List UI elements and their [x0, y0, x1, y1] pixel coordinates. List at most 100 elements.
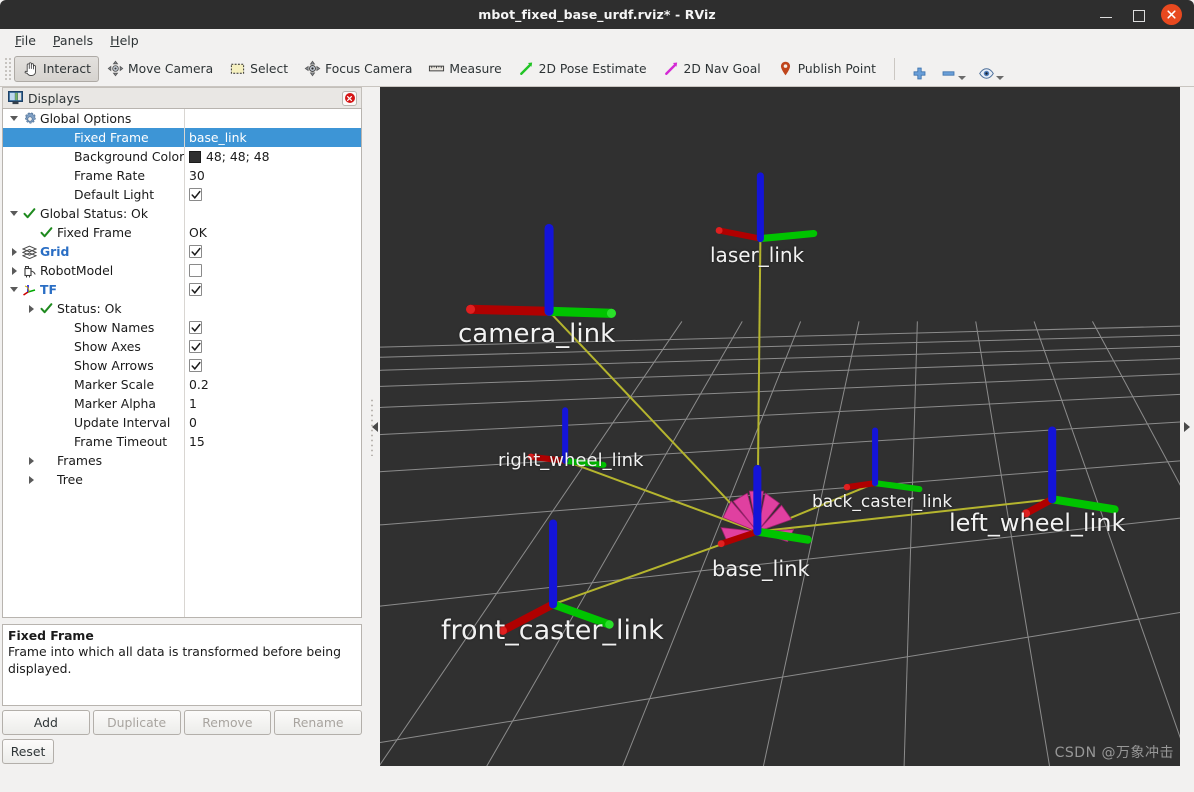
menu-help[interactable]: Help — [103, 31, 146, 50]
tree-row-value-cell[interactable] — [184, 283, 361, 296]
expand-right-icon[interactable] — [1184, 421, 1190, 432]
expand-twisty-icon[interactable] — [7, 266, 21, 275]
tool-publish-point[interactable]: Publish Point — [769, 56, 884, 82]
tree-row-value-cell[interactable] — [184, 245, 361, 258]
tool-2d-pose-estimate-label: 2D Pose Estimate — [538, 61, 647, 76]
tree-row-value-cell[interactable]: 0 — [184, 415, 361, 430]
expand-twisty-icon[interactable] — [24, 456, 38, 465]
scene-svg — [380, 87, 1180, 766]
tree-row-tf[interactable]: TF — [3, 280, 361, 299]
tree-row-label: Show Names — [74, 320, 155, 335]
tree-row-value-cell[interactable] — [184, 264, 361, 277]
tree-row-label: Global Status: Ok — [40, 206, 148, 221]
tool-focus-camera[interactable]: Focus Camera — [296, 56, 420, 82]
tree-row-global-options[interactable]: Global Options — [3, 109, 361, 128]
tree-row-value-cell[interactable] — [184, 340, 361, 353]
tool-interact[interactable]: Interact — [14, 55, 99, 82]
tree-row-marker-scale[interactable]: Marker Scale 0.2 — [3, 375, 361, 394]
tree-column-splitter[interactable] — [184, 109, 185, 617]
maximize-button[interactable] — [1129, 6, 1147, 24]
eye-icon — [979, 67, 994, 79]
tree-row-value-cell[interactable] — [184, 359, 361, 372]
tree-row-update-interval[interactable]: Update Interval 0 — [3, 413, 361, 432]
tree-row-value-cell[interactable]: OK — [184, 225, 361, 240]
close-displays-panel-button[interactable] — [342, 90, 357, 106]
tree-row-robotmodel[interactable]: RobotModel — [3, 261, 361, 280]
tool-select[interactable]: Select — [221, 56, 296, 82]
add-display-button[interactable]: Add — [2, 710, 90, 735]
tool-visibility-button[interactable] — [972, 56, 1010, 82]
right-splitter[interactable] — [1180, 87, 1194, 766]
tree-row-fixed-frame[interactable]: Fixed Frame base_link — [3, 128, 361, 147]
map-pin-icon — [780, 61, 790, 76]
remove-tool-button[interactable] — [934, 56, 972, 82]
tool-measure[interactable]: Measure — [420, 56, 509, 82]
tree-row-value-cell[interactable] — [184, 321, 361, 334]
tool-measure-label: Measure — [449, 61, 502, 76]
chevron-down-icon[interactable] — [957, 75, 966, 80]
checkbox-checked[interactable] — [189, 340, 202, 353]
chevron-down-icon[interactable] — [995, 75, 1004, 80]
select-rect-icon — [231, 63, 245, 74]
tree-row-value: 0.2 — [189, 377, 209, 392]
magenta-arrow-icon — [664, 62, 677, 75]
tree-row-name-cell: Fixed Frame — [3, 225, 184, 240]
tree-row-frames[interactable]: Frames — [3, 451, 361, 470]
title-bar: mbot_fixed_base_urdf.rviz* - RViz — [0, 0, 1194, 29]
tree-row-value-cell[interactable]: 0.2 — [184, 377, 361, 392]
checkbox-checked[interactable] — [189, 283, 202, 296]
collapse-twisty-icon[interactable] — [7, 287, 21, 292]
tree-row-frame-rate[interactable]: Frame Rate 30 — [3, 166, 361, 185]
tree-row-value-cell[interactable]: 30 — [184, 168, 361, 183]
window-title: mbot_fixed_base_urdf.rviz* - RViz — [478, 7, 716, 22]
tree-row-background-color[interactable]: Background Color 48; 48; 48 — [3, 147, 361, 166]
tree-row-frame-timeout[interactable]: Frame Timeout 15 — [3, 432, 361, 451]
collapse-left-icon[interactable] — [372, 421, 378, 432]
tree-row-value: 15 — [189, 434, 205, 449]
displays-panel-title: Displays — [28, 90, 81, 106]
expand-twisty-icon[interactable] — [24, 475, 38, 484]
tree-row-grid[interactable]: Grid — [3, 242, 361, 261]
tree-row-name-cell: Update Interval — [3, 415, 184, 430]
tree-row-value-cell[interactable]: base_link — [184, 130, 361, 145]
tree-row-default-light[interactable]: Default Light — [3, 185, 361, 204]
render-viewport-3d[interactable]: laser_link camera_link right_wheel_link bac… — [380, 87, 1180, 766]
displays-tree[interactable]: Global Options Fixed Frame base_link Backgr… — [2, 108, 362, 618]
add-tool-button[interactable] — [905, 56, 934, 82]
checkbox-unchecked[interactable] — [189, 264, 202, 277]
tool-2d-nav-goal-label: 2D Nav Goal — [683, 61, 761, 76]
tool-2d-nav-goal[interactable]: 2D Nav Goal — [655, 56, 769, 82]
reset-button[interactable]: Reset — [2, 739, 54, 764]
tree-row-value-cell[interactable]: 48; 48; 48 — [184, 149, 361, 164]
tree-row-value-cell[interactable] — [184, 188, 361, 201]
tree-row-value-cell[interactable]: 1 — [184, 396, 361, 411]
expand-twisty-icon[interactable] — [7, 247, 21, 256]
color-swatch[interactable] — [189, 150, 201, 163]
minimize-button[interactable] — [1097, 6, 1115, 24]
menu-panels[interactable]: Panels — [46, 31, 100, 50]
checkbox-checked[interactable] — [189, 321, 202, 334]
tool-move-camera[interactable]: Move Camera — [99, 56, 221, 82]
tree-row-tree[interactable]: Tree — [3, 470, 361, 489]
collapse-twisty-icon[interactable] — [7, 116, 21, 121]
checkbox-checked[interactable] — [189, 245, 202, 258]
checkbox-checked[interactable] — [189, 359, 202, 372]
tree-row-show-axes[interactable]: Show Axes — [3, 337, 361, 356]
tree-row-label: Tree — [57, 472, 83, 487]
tree-row-value-cell[interactable]: 15 — [184, 434, 361, 449]
tree-row-show-names[interactable]: Show Names — [3, 318, 361, 337]
expand-twisty-icon[interactable] — [24, 304, 38, 313]
close-button[interactable] — [1161, 4, 1182, 25]
minus-icon — [942, 70, 955, 76]
menu-file[interactable]: File — [8, 31, 43, 50]
checkbox-checked[interactable] — [189, 188, 202, 201]
tree-row-status-fixed-frame[interactable]: Fixed Frame OK — [3, 223, 361, 242]
tree-row-marker-alpha[interactable]: Marker Alpha 1 — [3, 394, 361, 413]
tree-row-tf-status[interactable]: Status: Ok — [3, 299, 361, 318]
collapse-twisty-icon[interactable] — [7, 211, 21, 216]
left-splitter[interactable] — [366, 87, 380, 766]
tree-row-global-status[interactable]: Global Status: Ok — [3, 204, 361, 223]
tool-2d-pose-estimate[interactable]: 2D Pose Estimate — [510, 56, 655, 82]
tree-row-show-arrows[interactable]: Show Arrows — [3, 356, 361, 375]
toolbar-grip[interactable] — [4, 56, 12, 81]
